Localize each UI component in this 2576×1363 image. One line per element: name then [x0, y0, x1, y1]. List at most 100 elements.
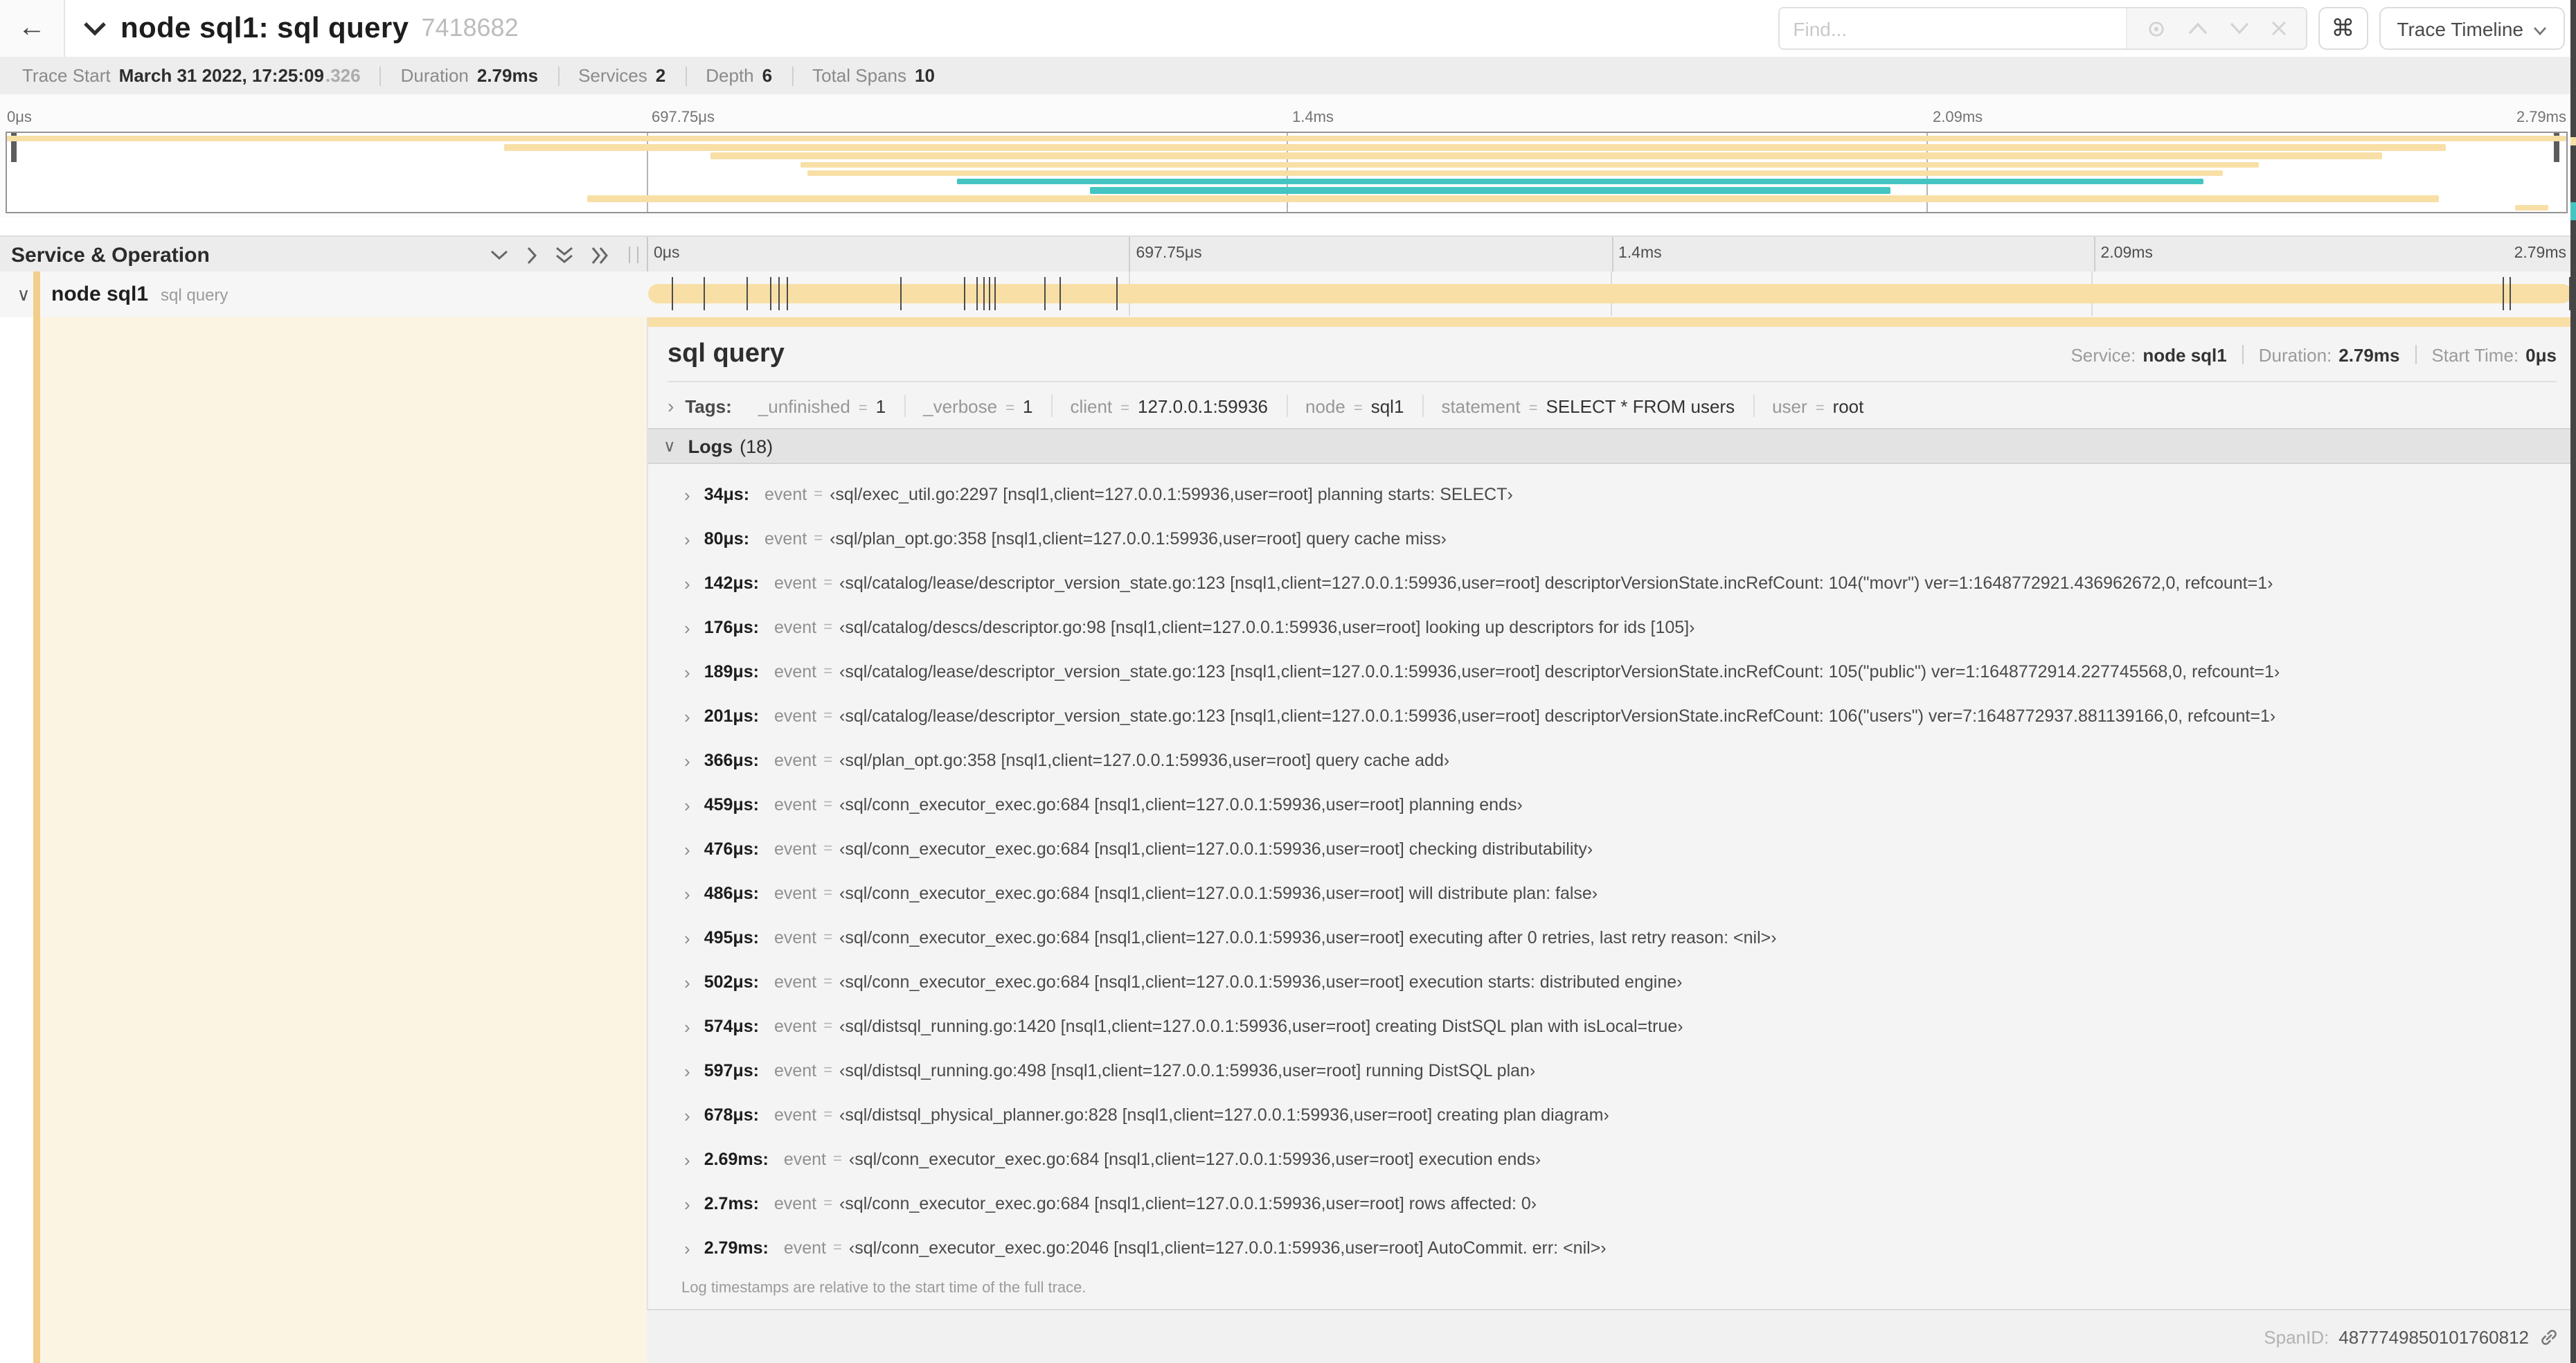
minimap-span-band: [956, 179, 2203, 185]
log-field-key: event: [773, 706, 817, 726]
log-row[interactable]: › 597μs: event = ‹sql/distsql_running.go:498…: [648, 1049, 2576, 1093]
chevron-right-icon: ›: [684, 927, 690, 948]
span-row-name-cell[interactable]: ∨ node sql1 sql query: [0, 271, 647, 317]
log-row[interactable]: › 201μs: event = ‹sql/catalog/lease/descript…: [648, 694, 2576, 738]
log-row[interactable]: › 2.79ms: event = ‹sql/conn_executor_exec.go…: [648, 1226, 2576, 1270]
log-row[interactable]: › 34μs: event = ‹sql/exec_util.go:2297 [nsql…: [648, 472, 2576, 517]
tag-value: sql1: [1370, 395, 1404, 416]
find-input[interactable]: [1779, 8, 2126, 48]
collapse-all-icon[interactable]: [591, 246, 609, 264]
chevron-right-icon: ›: [684, 1105, 690, 1125]
log-marker-tick: [983, 277, 985, 310]
next-match-icon[interactable]: [2229, 22, 2248, 35]
prev-match-icon[interactable]: [2188, 22, 2207, 35]
summary-separator: [557, 66, 560, 85]
span-bar-ticks: [648, 271, 2572, 316]
trace-timeline-page: ← node sql1: sql query 7418682 Find... ⌘…: [0, 0, 2576, 1363]
chevron-right-icon: ›: [668, 395, 674, 417]
log-row[interactable]: › 574μs: event = ‹sql/distsql_running.go:142…: [648, 1004, 2576, 1049]
tags-row[interactable]: › Tags: _unfinished = 1 _verbose = 1 client = 12…: [648, 382, 2576, 428]
log-marker-tick: [1116, 277, 1118, 310]
equals-sign: =: [814, 531, 823, 547]
equals-sign: =: [1353, 400, 1363, 416]
log-timestamp: 459μs:: [704, 795, 759, 814]
summary-separator: [685, 66, 687, 85]
log-field-value: ‹sql/conn_executor_exec.go:684 [nsql1,cl…: [848, 1150, 1541, 1169]
log-field-value: ‹sql/catalog/descs/descriptor.go:98 [nsq…: [839, 618, 1695, 637]
log-row[interactable]: › 678μs: event = ‹sql/distsql_physical_plann…: [648, 1093, 2576, 1137]
back-button[interactable]: ←: [0, 0, 65, 57]
log-field-value: ‹sql/conn_executor_exec.go:684 [nsql1,cl…: [839, 839, 1593, 859]
equals-sign: =: [814, 486, 823, 503]
chevron-right-icon: ›: [684, 528, 690, 549]
summary-label: Services: [578, 65, 647, 86]
minimap-canvas[interactable]: [6, 132, 2568, 213]
log-field-key: event: [783, 1150, 826, 1169]
log-row[interactable]: › 486μs: event = ‹sql/conn_executor_exec.go:…: [648, 871, 2576, 916]
view-selector-label: Trace Timeline: [2397, 17, 2523, 39]
log-row[interactable]: › 189μs: event = ‹sql/catalog/lease/descript…: [648, 650, 2576, 694]
chevron-right-icon: ›: [684, 883, 690, 904]
logs-header[interactable]: ∨ Logs (18): [648, 428, 2576, 464]
log-field-key: event: [783, 1238, 826, 1258]
log-row[interactable]: › 142μs: event = ‹sql/catalog/lease/descript…: [648, 561, 2576, 605]
collapse-children-chevron-icon[interactable]: ∨: [14, 283, 33, 305]
log-row[interactable]: › 2.69ms: event = ‹sql/conn_executor_exec.go…: [648, 1137, 2576, 1182]
expand-one-icon[interactable]: [490, 249, 508, 260]
log-field-key: event: [773, 573, 817, 593]
logs-title: Logs: [688, 436, 733, 456]
summary-value: 6: [762, 65, 773, 86]
log-row[interactable]: › 176μs: event = ‹sql/catalog/descs/descript…: [648, 605, 2576, 650]
chevron-right-icon: ›: [684, 573, 690, 594]
chevron-right-icon: ›: [684, 1149, 690, 1170]
log-row[interactable]: › 502μs: event = ‹sql/conn_executor_exec.go:…: [648, 960, 2576, 1004]
log-row[interactable]: › 366μs: event = ‹sql/plan_opt.go:358 [nsql1…: [648, 738, 2576, 783]
collapse-one-icon[interactable]: [526, 246, 537, 264]
ruler-tick-label: 2.09ms: [2100, 245, 2153, 262]
log-row[interactable]: › 476μs: event = ‹sql/conn_executor_exec.go:…: [648, 827, 2576, 871]
log-field-value: ‹sql/conn_executor_exec.go:684 [nsql1,cl…: [839, 972, 1683, 992]
keyboard-shortcuts-button[interactable]: ⌘: [2318, 7, 2368, 50]
equals-sign: =: [823, 708, 832, 724]
minimap-axis-label: 1.4ms: [1292, 109, 1334, 126]
log-row[interactable]: › 2.7ms: event = ‹sql/conn_executor_exec.go:…: [648, 1182, 2576, 1226]
log-timestamp: 201μs:: [704, 706, 759, 726]
equals-sign: =: [823, 1062, 832, 1079]
tag-key: node: [1305, 395, 1345, 416]
log-row[interactable]: › 459μs: event = ‹sql/conn_executor_exec.go:…: [648, 783, 2576, 827]
log-row[interactable]: › 80μs: event = ‹sql/plan_opt.go:358 [nsql1,…: [648, 517, 2576, 561]
log-timestamp: 2.69ms:: [704, 1150, 769, 1169]
ruler-tick-label: 0μs: [654, 245, 680, 262]
locate-match-icon[interactable]: [2146, 19, 2165, 38]
summary-label: Total Spans: [812, 65, 906, 86]
minimap-axis-label: 0μs: [7, 109, 32, 126]
minimap-span-band: [587, 195, 2439, 202]
summary-value: March 31 2022, 17:25:09: [118, 65, 324, 86]
trace-view-selector[interactable]: Trace Timeline: [2379, 7, 2565, 50]
tag-value: SELECT * FROM users: [1546, 395, 1735, 416]
span-operation-name: sql query: [161, 285, 229, 304]
log-row[interactable]: › 495μs: event = ‹sql/conn_executor_exec.go:…: [648, 916, 2576, 960]
log-field-value: ‹sql/plan_opt.go:358 [nsql1,client=127.0…: [839, 751, 1450, 770]
copy-link-icon[interactable]: [2539, 1326, 2559, 1347]
collapse-trace-chevron-icon[interactable]: [83, 21, 107, 36]
service-operation-header: Service & Operation: [0, 237, 648, 273]
ruler-tick-label: 697.75μs: [1136, 245, 1202, 262]
column-resizer-grip[interactable]: [629, 247, 638, 263]
log-field-value: ‹sql/plan_opt.go:358 [nsql1,client=127.0…: [830, 529, 1447, 549]
summary-separator: [379, 66, 382, 85]
chevron-right-icon: ›: [684, 972, 690, 992]
equals-sign: =: [833, 1151, 842, 1168]
summary-item: Services 2: [578, 65, 665, 86]
log-field-value: ‹sql/distsql_running.go:498 [nsql1,clien…: [839, 1061, 1536, 1080]
window-edge-strip: [2570, 0, 2576, 1363]
log-timestamp: 486μs:: [704, 884, 759, 903]
expand-all-icon[interactable]: [555, 246, 573, 264]
log-timestamp: 476μs:: [704, 839, 759, 859]
equals-sign: =: [823, 885, 832, 902]
minimap-span-band: [800, 161, 2260, 168]
equals-sign: =: [823, 1107, 832, 1123]
service-color-strip: [33, 271, 40, 317]
logs-list: › 34μs: event = ‹sql/exec_util.go:2297 [nsql…: [648, 472, 2576, 1270]
clear-find-icon[interactable]: [2271, 21, 2286, 36]
